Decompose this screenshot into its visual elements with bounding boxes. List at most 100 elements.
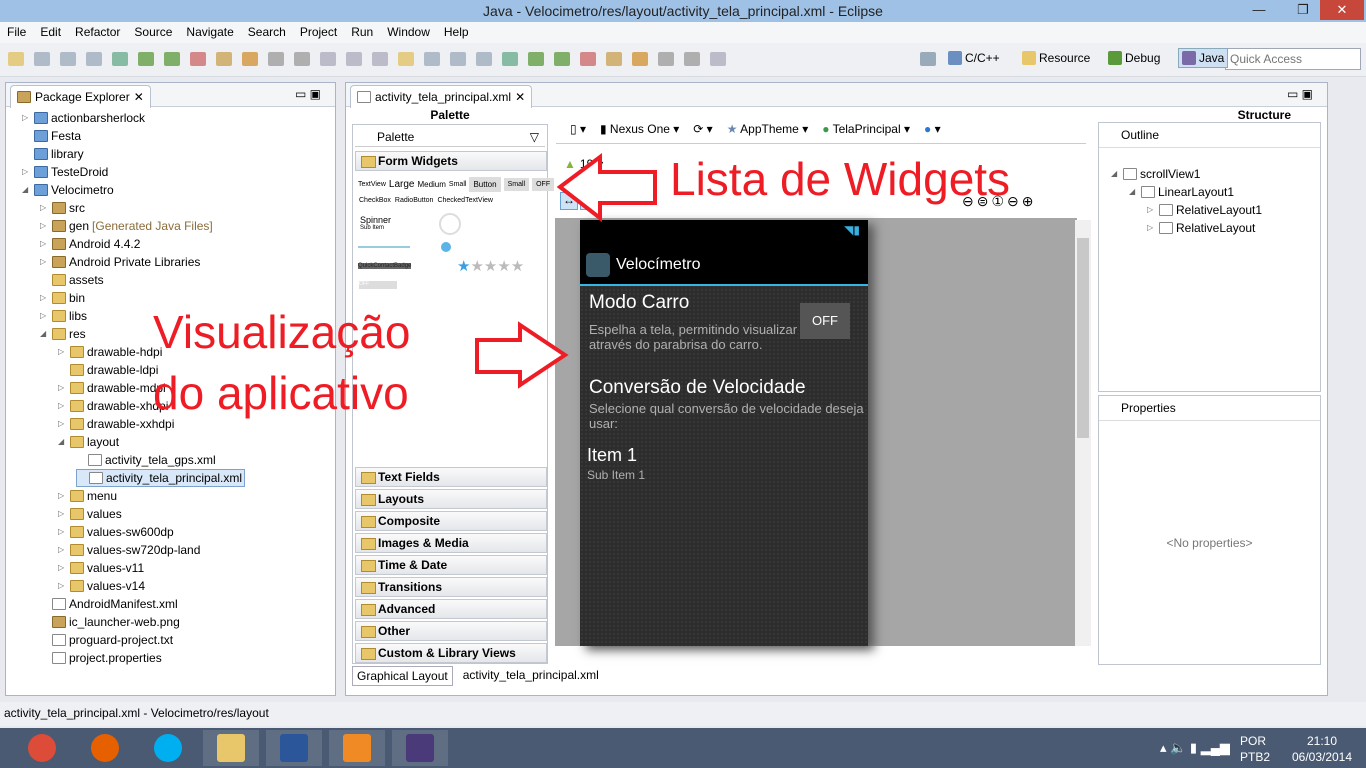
tree-item[interactable]: ▷ libs [40,307,87,325]
menu-edit[interactable]: Edit [33,22,68,43]
expand-toggle-icon[interactable]: ▷ [22,163,31,181]
tree-item[interactable]: ▷ values-sw600dp [58,523,174,541]
maximize-editor-icon[interactable]: ▭ ▣ [1287,87,1313,101]
list-item-title[interactable]: Item 1 [587,445,637,466]
tree-item[interactable]: ▷ Android 4.4.2 [40,235,140,253]
expand-toggle-icon[interactable]: ◢ [58,433,67,451]
outline-item[interactable]: ▷ RelativeLayout [1147,219,1255,237]
expand-toggle-icon[interactable]: ◢ [1111,165,1120,183]
tree-item[interactable]: ◢ res [40,325,86,343]
expand-toggle-icon[interactable]: ▷ [58,397,67,415]
widget-switch[interactable]: OFF [359,281,397,289]
orientation-dropdown[interactable]: ⟳ ▾ [693,122,712,136]
tree-item[interactable]: ▷ drawable-mdpi [58,379,166,397]
widget-small-button[interactable]: Small [503,178,530,191]
tree-item[interactable]: ◢ layout [58,433,119,451]
activity-dropdown[interactable]: ● TelaPrincipal ▾ [822,122,910,136]
menu-refactor[interactable]: Refactor [68,22,127,43]
tree-item[interactable]: ic_launcher-web.png [40,613,180,631]
toolbar-button-icon[interactable] [580,52,596,66]
tree-item[interactable]: drawable-ldpi [58,361,158,379]
widget-quickcontactbadge[interactable]: QuickContactBadge [358,263,412,269]
toolbar-button-icon[interactable] [424,52,440,66]
tree-item[interactable]: ▷ actionbarsherlock [22,109,145,127]
outline-item[interactable]: ◢ LinearLayout1 [1129,183,1234,201]
widget-button[interactable]: Button [469,177,501,192]
toolbar-button-icon[interactable] [658,52,674,66]
tree-item[interactable]: library [22,145,84,163]
expand-toggle-icon[interactable]: ▷ [58,541,67,559]
palette-category[interactable]: Transitions [355,577,547,597]
toolbar-button-icon[interactable] [476,52,492,66]
expand-toggle-icon[interactable]: ▷ [22,109,31,127]
toolbar-button-icon[interactable] [216,52,232,66]
widget-seekbar[interactable] [441,242,451,252]
toolbar-button-icon[interactable] [86,52,102,66]
language-indicator[interactable]: POR PTB2 [1240,733,1270,765]
tree-item[interactable]: ▷ values-sw720dp-land [58,541,200,559]
taskbar-word[interactable] [266,730,322,766]
canvas-scrollbar[interactable] [1075,220,1091,646]
widget-radiobutton[interactable]: RadioButton [395,197,434,204]
palette-category[interactable]: Text Fields [355,467,547,487]
taskbar-eclipse-javaee[interactable] [392,730,448,766]
taskbar-skype[interactable] [140,730,196,766]
expand-toggle-icon[interactable]: ▷ [58,505,67,523]
menu-window[interactable]: Window [380,22,437,43]
palette-category[interactable]: Time & Date [355,555,547,575]
palette-category[interactable]: Other [355,621,547,641]
taskbar-firefox[interactable] [77,730,133,766]
toolbar-button-icon[interactable] [372,52,388,66]
widget-medium[interactable]: Medium [417,180,445,189]
minimize-view-icon[interactable]: ▭ ▣ [295,87,321,101]
taskbar-chrome[interactable] [14,730,70,766]
toolbar-button-icon[interactable] [710,52,726,66]
taskbar-media-player[interactable] [329,730,385,766]
open-perspective-icon[interactable] [920,52,936,66]
expand-toggle-icon[interactable]: ▷ [1147,219,1156,237]
tree-item[interactable]: activity_tela_gps.xml [76,451,216,469]
expand-toggle-icon[interactable]: ▷ [58,487,67,505]
widget-toggle-button[interactable]: OFF [532,178,555,191]
close-button[interactable]: ✕ [1320,0,1364,20]
config-file-dropdown[interactable]: ▯ ▾ [570,122,586,136]
widget-small[interactable]: Small [449,181,467,188]
tree-item[interactable]: Festa [22,127,81,145]
tree-item[interactable]: ▷ Android Private Libraries [40,253,200,271]
widget-progressbar[interactable] [439,213,461,235]
expand-toggle-icon[interactable]: ▷ [58,379,67,397]
expand-toggle-icon[interactable]: ◢ [1129,183,1138,201]
expand-toggle-icon[interactable]: ▷ [40,253,49,271]
modo-carro-toggle[interactable]: OFF [800,303,850,339]
theme-dropdown[interactable]: ★ AppTheme ▾ [727,122,809,136]
toolbar-button-icon[interactable] [684,52,700,66]
tree-item[interactable]: ▷ TesteDroid [22,163,108,181]
toolbar-button-icon[interactable] [528,52,544,66]
toolbar-button-icon[interactable] [450,52,466,66]
palette-category[interactable]: Custom & Library Views [355,643,547,663]
close-icon[interactable]: ✕ [134,90,144,104]
close-icon[interactable]: ✕ [515,90,525,104]
fit-height-icon[interactable]: ↕ [580,192,598,210]
menu-help[interactable]: Help [437,22,476,43]
toolbar-button-icon[interactable] [112,52,128,66]
expand-toggle-icon[interactable]: ▷ [58,559,67,577]
widget-ratingbar[interactable]: ★★★★★ [457,257,524,275]
tree-item[interactable]: ▷ bin [40,289,85,307]
toolbar-button-icon[interactable] [268,52,284,66]
toolbar-button-icon[interactable] [8,52,24,66]
widget-large[interactable]: Large [389,179,415,190]
tree-item[interactable]: activity_tela_principal.xml [76,469,246,487]
widget-progress-horizontal[interactable] [358,246,410,248]
perspective-resource[interactable]: Resource [1022,51,1090,65]
widget-checkedtextview[interactable]: CheckedTextView [437,197,493,204]
quick-access-input[interactable] [1225,48,1361,70]
tree-item[interactable]: AndroidManifest.xml [40,595,178,613]
perspective-java[interactable]: Java [1178,48,1229,68]
tree-item[interactable]: ▷ menu [58,487,117,505]
expand-toggle-icon[interactable]: ▷ [40,235,49,253]
menu-navigate[interactable]: Navigate [179,22,240,43]
menu-run[interactable]: Run [344,22,380,43]
device-dropdown[interactable]: ▮ Nexus One ▾ [600,122,679,136]
expand-toggle-icon[interactable]: ▷ [58,577,67,595]
